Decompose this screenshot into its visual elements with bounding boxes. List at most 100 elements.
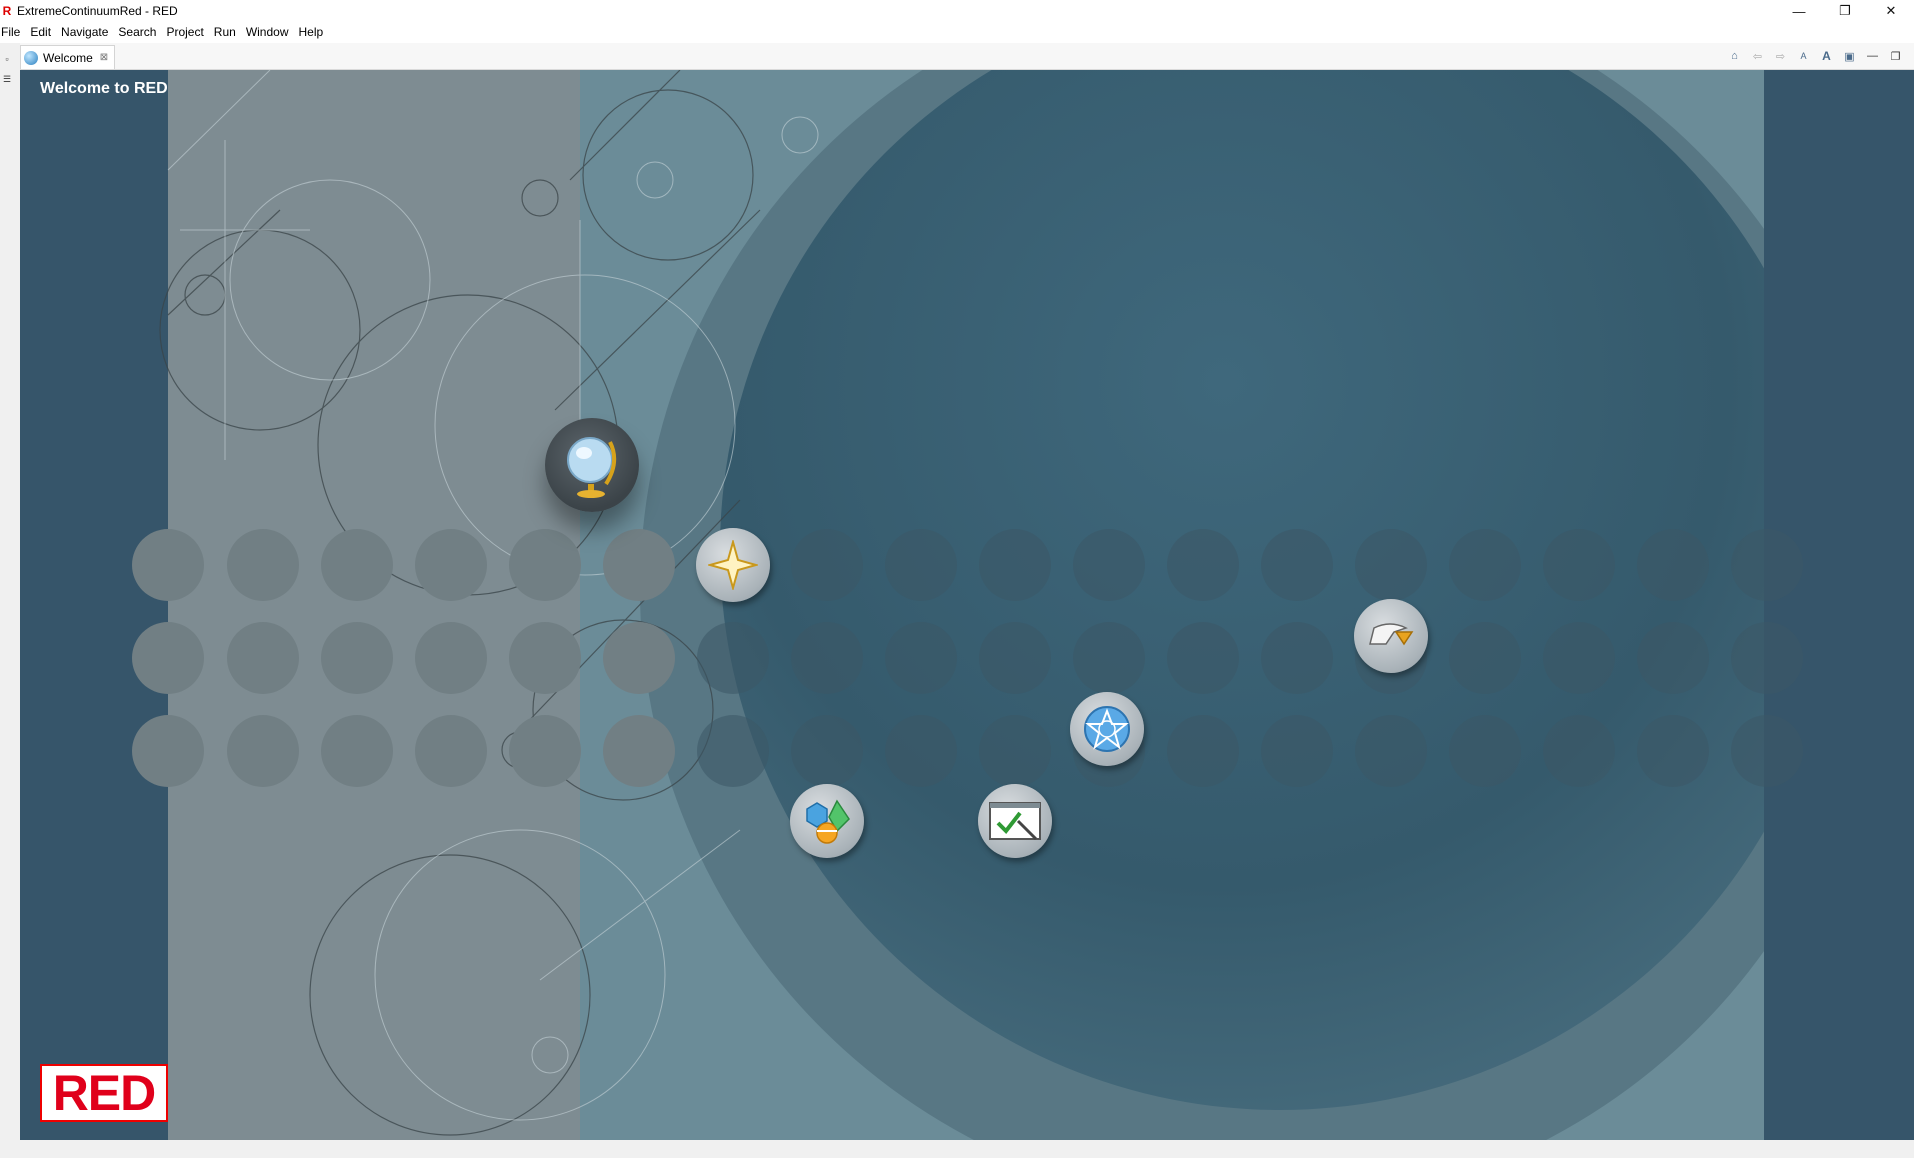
reduce-font-icon[interactable]: A	[1795, 48, 1812, 64]
menu-project[interactable]: Project	[161, 22, 208, 43]
red-app-icon: R	[2, 4, 12, 18]
increase-font-icon[interactable]: A	[1818, 48, 1835, 64]
decorative-dot	[1731, 529, 1803, 601]
editor-tab-header: Welcome ⊠ ⌂ ⇦ ⇨ A A ▣ — ❐	[20, 43, 1914, 70]
menu-file[interactable]: File	[0, 22, 25, 43]
decorative-dot	[791, 622, 863, 694]
decorative-dot-grid	[227, 529, 1803, 787]
status-bar	[0, 1140, 1914, 1158]
minimize-button[interactable]: —	[1776, 0, 1822, 22]
menu-navigate[interactable]: Navigate	[56, 22, 113, 43]
restore-stack-icon[interactable]: ▫	[1, 53, 13, 65]
globe-icon	[24, 50, 38, 65]
decorative-dot	[1543, 529, 1615, 601]
menu-search[interactable]: Search	[113, 22, 161, 43]
back-icon[interactable]: ⇦	[1749, 48, 1766, 64]
decorative-dot	[791, 715, 863, 787]
decorative-dot	[697, 715, 769, 787]
decorative-dot	[321, 622, 393, 694]
decorative-dot	[1637, 529, 1709, 601]
decorative-dot	[415, 715, 487, 787]
decorative-dot	[1449, 529, 1521, 601]
decorative-dot	[1731, 715, 1803, 787]
workbench-button[interactable]	[1354, 599, 1428, 673]
decorative-dot	[1449, 622, 1521, 694]
decorative-dot	[603, 622, 675, 694]
overview-button[interactable]	[545, 418, 639, 512]
web-resources-button[interactable]	[1070, 692, 1144, 766]
tutorials-button[interactable]	[978, 784, 1052, 858]
decorative-dot	[509, 529, 581, 601]
web-resources-icon	[1084, 706, 1130, 752]
tab-welcome[interactable]: Welcome ⊠	[20, 45, 115, 69]
decorative-dot	[885, 715, 957, 787]
decorative-dot	[227, 715, 299, 787]
decorative-dot	[415, 529, 487, 601]
minimized-view-icon[interactable]: ☰	[1, 73, 13, 85]
whats-new-button[interactable]	[696, 528, 770, 602]
decorative-dot	[979, 715, 1051, 787]
decorative-dot	[1167, 529, 1239, 601]
application-window: R ExtremeContinuumRed - RED — ❐ ✕ File E…	[0, 0, 1914, 1158]
maximize-view-icon[interactable]: ❐	[1887, 48, 1904, 64]
decorative-dot	[791, 529, 863, 601]
overview-icon	[567, 437, 617, 498]
decorative-dot	[1355, 529, 1427, 601]
decorative-dot	[509, 715, 581, 787]
decorative-dot	[1167, 622, 1239, 694]
menu-help[interactable]: Help	[294, 22, 329, 43]
window-title: ExtremeContinuumRed - RED	[17, 4, 178, 18]
decorative-dot	[1543, 715, 1615, 787]
welcome-title: Welcome to RED	[40, 80, 168, 97]
decorative-dot	[603, 715, 675, 787]
decorative-dot	[1261, 622, 1333, 694]
left-trim-bar: ▫ ☰	[0, 43, 18, 1153]
decorative-dot	[1355, 715, 1427, 787]
decorative-dot	[1637, 715, 1709, 787]
customize-icon[interactable]: ▣	[1841, 48, 1858, 64]
decorative-dot	[509, 622, 581, 694]
close-button[interactable]: ✕	[1868, 0, 1914, 22]
decorative-dot	[321, 529, 393, 601]
decorative-dot	[415, 622, 487, 694]
whats-new-icon	[708, 540, 758, 590]
menu-bar: File Edit Navigate Search Project Run Wi…	[0, 22, 1914, 43]
menu-run[interactable]: Run	[209, 22, 241, 43]
decorative-dot	[1167, 715, 1239, 787]
decorative-dot	[1073, 622, 1145, 694]
decorative-dot	[979, 622, 1051, 694]
decorative-dot	[1261, 529, 1333, 601]
close-tab-icon[interactable]: ⊠	[100, 52, 108, 63]
decorative-dot	[321, 715, 393, 787]
menu-window[interactable]: Window	[241, 22, 294, 43]
red-logo: RED	[40, 1064, 168, 1122]
decorative-dot	[1261, 715, 1333, 787]
decorative-dot	[1543, 622, 1615, 694]
decorative-dot	[885, 529, 957, 601]
menu-edit[interactable]: Edit	[25, 22, 56, 43]
decorative-dot	[603, 529, 675, 601]
samples-button[interactable]	[790, 784, 864, 858]
decorative-dot	[227, 529, 299, 601]
decorative-dot	[1449, 715, 1521, 787]
tutorials-icon	[989, 802, 1041, 841]
decorative-dot	[1731, 622, 1803, 694]
decorative-dot	[885, 622, 957, 694]
samples-icon	[806, 799, 850, 844]
title-bar: R ExtremeContinuumRed - RED — ❐ ✕	[0, 0, 1914, 22]
welcome-background	[132, 70, 1914, 1140]
decorative-dot	[1073, 529, 1145, 601]
welcome-toolbar: ⌂ ⇦ ⇨ A A ▣ — ❐	[1726, 48, 1904, 64]
forward-icon[interactable]: ⇨	[1772, 48, 1789, 64]
welcome-page: Welcome to RED RED	[20, 70, 1914, 1140]
workbench-icon	[1369, 623, 1414, 646]
decorative-dot	[697, 622, 769, 694]
home-icon[interactable]: ⌂	[1726, 48, 1743, 64]
decorative-dot	[227, 622, 299, 694]
minimize-view-icon[interactable]: —	[1864, 48, 1881, 64]
window-controls: — ❐ ✕	[1776, 0, 1914, 22]
tab-welcome-label: Welcome	[43, 50, 93, 65]
decorative-dot	[979, 529, 1051, 601]
decorative-dot	[1637, 622, 1709, 694]
restore-button[interactable]: ❐	[1822, 0, 1868, 22]
